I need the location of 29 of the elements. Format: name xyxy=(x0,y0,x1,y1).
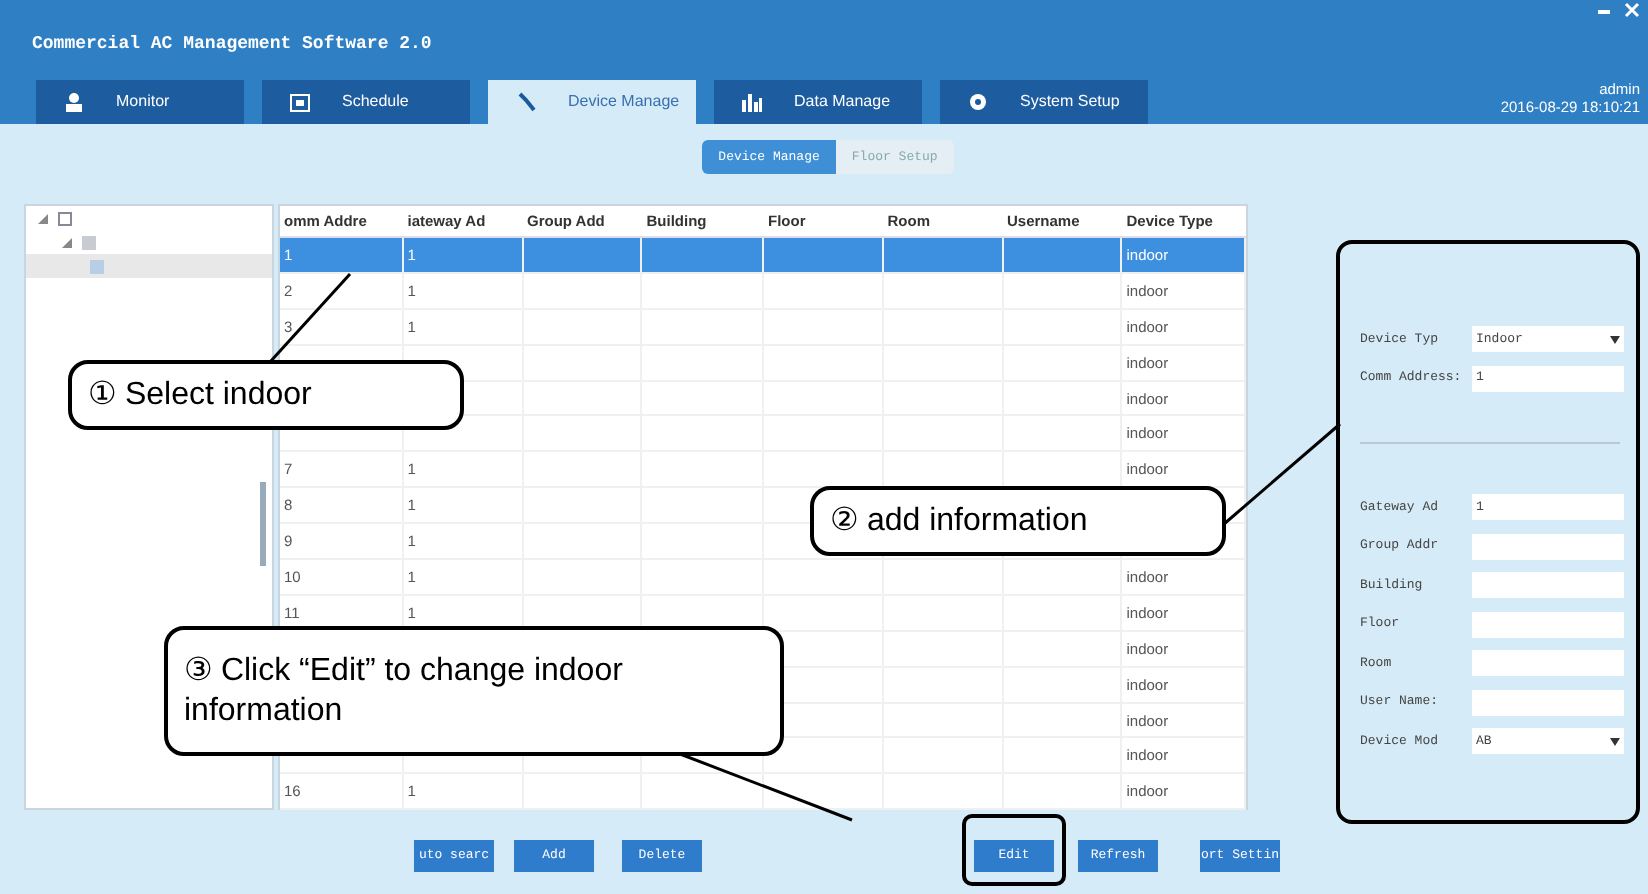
gear-icon xyxy=(968,92,988,112)
tab[interactable]: Schedule xyxy=(262,80,470,124)
tab[interactable]: System Setup xyxy=(940,80,1148,124)
node-icon xyxy=(58,211,72,225)
input-field[interactable] xyxy=(1472,689,1624,716)
input-field[interactable] xyxy=(1472,650,1624,677)
wrench-icon xyxy=(516,92,536,112)
expander-icon[interactable] xyxy=(62,237,72,247)
leader-line xyxy=(268,273,352,363)
callout: ③ Click “Edit” to change indoor information xyxy=(164,626,784,756)
node-icon xyxy=(90,259,104,273)
input-field[interactable] xyxy=(1472,611,1624,638)
tab[interactable]: Data Manage xyxy=(714,80,922,124)
callout: ① Select indoor xyxy=(68,360,464,430)
caret-icon xyxy=(1610,335,1620,344)
close-icon[interactable] xyxy=(1620,0,1644,20)
callout: ② add information xyxy=(810,486,1226,556)
caret-icon xyxy=(1610,737,1620,746)
calendar-icon xyxy=(290,92,310,112)
person-icon xyxy=(64,92,84,112)
tab[interactable]: Monitor xyxy=(36,80,244,124)
tab[interactable]: Device Manage xyxy=(488,80,696,124)
bar-chart-icon xyxy=(742,92,762,112)
scrollbar xyxy=(260,482,266,566)
input-field[interactable] xyxy=(1472,572,1624,599)
node-icon xyxy=(82,235,96,249)
input-field[interactable] xyxy=(1472,533,1624,560)
window-title: Commercial AC Management Software 2.0 xyxy=(32,32,432,58)
expander-icon[interactable] xyxy=(38,213,48,223)
